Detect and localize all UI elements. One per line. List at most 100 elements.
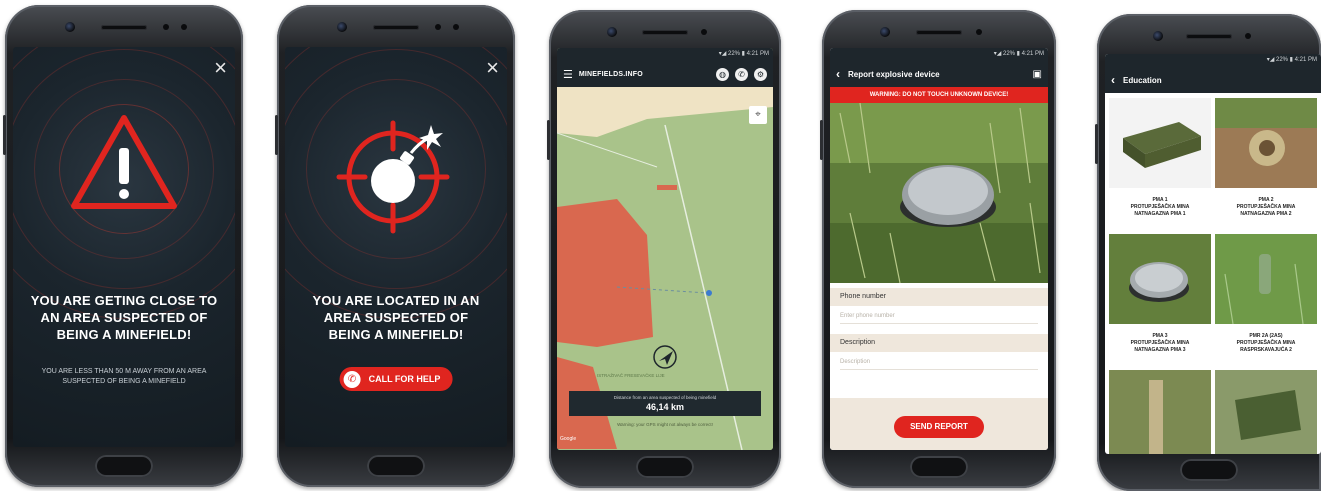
home-button[interactable] [1180,459,1238,481]
volume-button [3,115,6,155]
tile-caption: NATNAGAZNA PMA 3 [1134,347,1186,353]
locate-me-button[interactable]: ⌖ [749,106,767,124]
phone-number-label: Phone number [830,288,1048,306]
sensor [435,24,441,30]
mine-tile[interactable]: PMA 1 PROTUPJEŠAČKA MINA NATNAGAZNA PMA … [1109,98,1211,222]
phone-number-field[interactable]: Enter phone number [840,308,1038,324]
close-icon[interactable]: × [214,57,227,79]
app-header: ☰ MINEFIELDS.INFO ◍ ✆ ⚙ [557,61,773,87]
tile-caption: PMR 2A (2AS) [1249,333,1283,339]
back-arrow-icon[interactable]: ‹ [836,67,840,81]
earpiece [373,25,419,30]
tile-caption: PROTUPJEŠAČKA MINA [1130,340,1190,346]
earpiece [916,30,962,35]
front-camera [607,27,617,37]
bomb-target-icon [336,120,450,234]
sensor [1245,33,1251,39]
camera-icon[interactable]: ▣ [1033,69,1042,80]
tile-caption: NATNAGAZNA PMA 2 [1240,211,1292,217]
distance-panel: Distance from an area suspected of being… [569,391,761,416]
tile-caption: PROTUPJEŠAČKA MINA [1236,204,1296,210]
home-button[interactable] [367,455,425,477]
report-header: ‹ Report explosive device ▣ [830,61,1048,87]
phone-frame: × YOU ARE LOCATED IN AN AREA SUSPECTED O… [275,5,515,487]
mine-photo [1109,234,1211,324]
menu-icon[interactable]: ☰ [563,68,573,81]
mine-photo [1215,234,1317,325]
tile-caption: PMA 3 [1152,333,1168,339]
gear-icon[interactable]: ⚙ [754,67,767,81]
front-camera [337,22,347,32]
app-title: MINEFIELDS.INFO [578,70,643,78]
phone-frame: ▾◢ 22% ▮ 4:21 PM ☰ MINEFIELDS.INFO ◍ ✆ ⚙… [547,10,781,488]
tile-caption: PMA 1 [1152,197,1168,203]
alert-title-line: AREA SUSPECTED OF [323,310,469,325]
volume-button [275,115,278,155]
globe-icon[interactable]: ◍ [716,67,729,81]
description-field[interactable]: Description [840,354,1038,370]
volume-button [1095,124,1098,164]
sensor [453,24,459,30]
education-screen: ▾◢ 22% ▮ 4:21 PM ‹ Education PMA 1 PROTU… [1105,54,1321,454]
mine-photo[interactable] [1109,370,1211,454]
report-screen: ▾◢ 22% ▮ 4:21 PM ‹ Report explosive devi… [830,48,1048,450]
call-for-help-label: CALL FOR HELP [368,374,441,384]
earpiece [101,25,147,30]
gps-warning: Warning: your GPS might not always be co… [617,422,713,427]
front-camera [1153,31,1163,41]
map-screen: ▾◢ 22% ▮ 4:21 PM ☰ MINEFIELDS.INFO ◍ ✆ ⚙… [557,48,773,450]
send-report-button[interactable]: SEND REPORT [894,416,984,438]
sensor [181,24,187,30]
back-arrow-icon[interactable]: ‹ [1111,73,1115,87]
mine-tile[interactable]: PMA 3 PROTUPJEŠAČKA MINA NATNAGAZNA PMA … [1109,234,1211,358]
mine-photo [1215,98,1317,188]
alert-title-line: BEING A MINEFIELD! [328,327,464,342]
mine-tile[interactable]: PMR 2A (2AS) PROTUPJEŠAČKA MINA RASPRSKA… [1215,234,1317,358]
sensor [976,29,982,35]
place-label: ISTRAŽIVAČ FRESEVAČKE LIJE [597,373,665,378]
approaching-alert-screen: × YOU ARE GETING CLOSE TO AN AREA SUSPEC… [13,47,235,447]
mine-photo [1109,98,1211,188]
front-camera [880,27,890,37]
tile-caption: PROTUPJEŠAČKA MINA [1130,204,1190,210]
earpiece [1186,34,1232,39]
home-button[interactable] [95,455,153,477]
home-button[interactable] [910,456,968,478]
close-icon[interactable]: × [486,57,499,79]
volume-button [820,120,823,160]
sensor [701,29,707,35]
distance-label: Distance from an area suspected of being… [613,395,717,400]
home-button[interactable] [636,456,694,478]
education-title: Education [1123,75,1162,85]
device-photo[interactable] [830,103,1048,283]
status-bar: ▾◢ 22% ▮ 4:21 PM [557,48,773,61]
warning-triangle-icon [71,115,177,209]
alert-title-line: YOU ARE LOCATED IN AN [312,293,480,308]
tile-caption: NATNAGAZNA PMA 1 [1134,211,1186,217]
education-header: ‹ Education [1105,67,1321,93]
volume-button [547,120,550,160]
tile-caption: PMA 2 [1258,197,1274,203]
earpiece [642,30,688,35]
alert-title-line: YOU ARE GETING CLOSE TO [30,293,218,308]
front-camera [65,22,75,32]
phone-frame: ▾◢ 22% ▮ 4:21 PM ‹ Report explosive devi… [820,10,1056,488]
call-for-help-button[interactable]: ✆ CALL FOR HELP [339,367,453,391]
alert-subtext-line: SUSPECTED OF BEING A MINEFIELD [62,378,186,385]
status-bar: ▾◢ 22% ▮ 4:21 PM [830,48,1048,61]
status-bar: ▾◢ 22% ▮ 4:21 PM [1105,54,1321,67]
phone-frame: ▾◢ 22% ▮ 4:21 PM ‹ Education PMA 1 PROTU… [1095,14,1321,491]
phone-icon: ✆ [343,370,361,388]
phone-icon[interactable]: ✆ [735,67,748,81]
warning-banner: WARNING: DO NOT TOUCH UNKNOWN DEVICE! [830,87,1048,103]
inside-minefield-alert-screen: × YOU ARE LOCATED IN AN AREA SUSPECTED O… [285,47,507,447]
tile-caption: RASPRSKAVAJUĆA 2 [1240,347,1292,353]
mine-tile[interactable]: PMA 2 PROTUPJEŠAČKA MINA NATNAGAZNA PMA … [1215,98,1317,222]
alert-subtext-line: YOU ARE LESS THAN 50 M AWAY FROM AN AREA [41,368,207,375]
sensor [163,24,169,30]
tile-caption: PROTUPJEŠAČKA MINA [1236,340,1296,346]
distance-value: 46,14 km [645,402,685,412]
alert-title-line: AN AREA SUSPECTED OF [40,310,208,325]
mine-photo[interactable] [1215,370,1317,454]
description-label: Description [830,334,1048,352]
